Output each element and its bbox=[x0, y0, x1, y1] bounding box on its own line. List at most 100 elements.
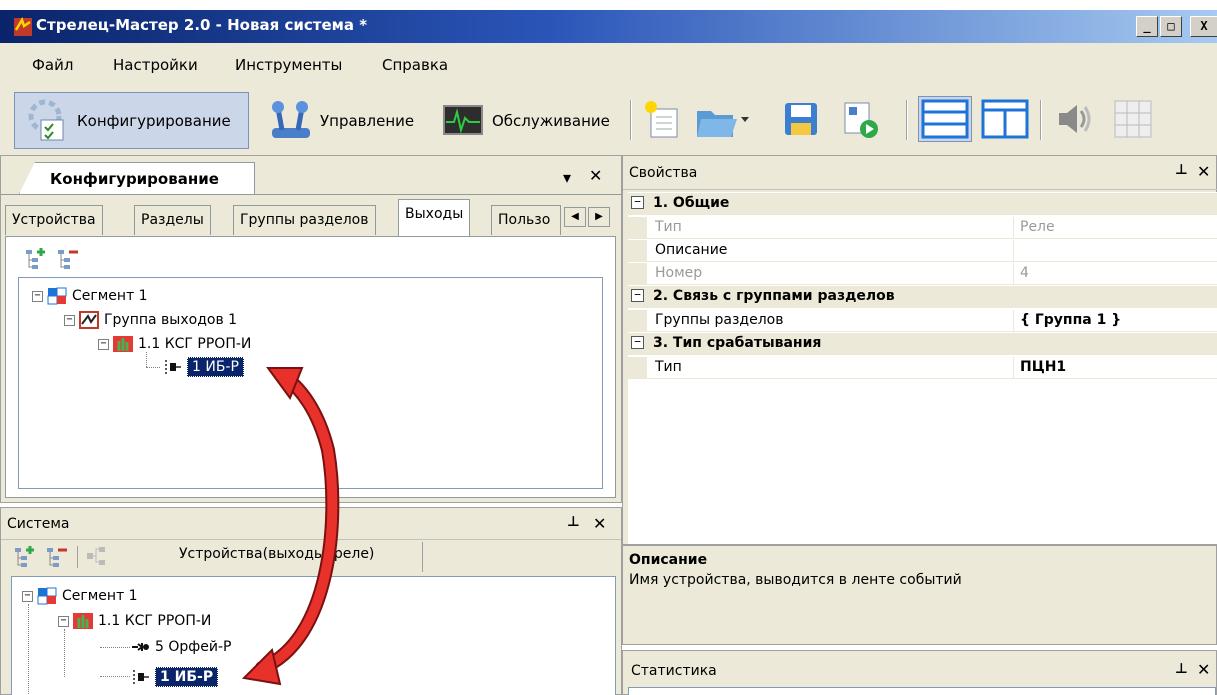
row-gutter bbox=[627, 357, 647, 379]
property-name: Тип bbox=[647, 217, 1013, 239]
collapse-icon[interactable]: − bbox=[631, 196, 644, 209]
category-label: 2. Связь с группами разделов bbox=[653, 288, 895, 304]
menu-settings[interactable]: Настройки bbox=[113, 56, 198, 74]
pin-icon[interactable]: ⊥ bbox=[567, 514, 580, 530]
siren-icon bbox=[130, 638, 150, 656]
pin-icon[interactable]: ⊥ bbox=[1175, 162, 1188, 178]
system-tree-item-segment[interactable]: − Сегмент 1 bbox=[22, 585, 138, 607]
selected-tree-item-label: 1 ИБ-Р bbox=[155, 667, 219, 687]
collapse-icon[interactable]: − bbox=[22, 590, 33, 602]
tree-item-output-group[interactable]: − Группа выходов 1 bbox=[64, 309, 237, 331]
grid-icon[interactable] bbox=[1110, 96, 1156, 142]
properties-close-icon[interactable]: ✕ bbox=[1197, 162, 1210, 181]
remove-tree-item-icon[interactable] bbox=[56, 246, 80, 270]
maximize-button[interactable]: □ bbox=[1160, 16, 1182, 37]
pin-icon[interactable]: ⊥ bbox=[1175, 661, 1188, 677]
panel-close-icon[interactable]: ✕ bbox=[589, 166, 602, 185]
control-icon bbox=[262, 96, 320, 146]
property-row[interactable]: Описание bbox=[627, 240, 1217, 262]
subtab-devices[interactable]: Устройства bbox=[5, 205, 103, 235]
selected-tree-item-label: 1 ИБ-Р bbox=[187, 357, 244, 377]
system-panel-close-icon[interactable]: ✕ bbox=[593, 514, 606, 533]
tab-scroll-left-icon[interactable]: ◀ bbox=[564, 207, 586, 227]
layout-vertical-icon[interactable] bbox=[978, 96, 1032, 142]
outputs-tab-content bbox=[5, 236, 616, 498]
mode-control-label: Управление bbox=[320, 111, 415, 130]
relay-icon bbox=[130, 668, 150, 686]
add-tree-item-icon[interactable] bbox=[13, 544, 37, 568]
property-value[interactable]: ПЦН1 bbox=[1013, 357, 1217, 379]
device-filter[interactable]: Устройства(выходы, реле) bbox=[169, 542, 423, 572]
property-category[interactable]: − 2. Связь с группами разделов bbox=[627, 286, 1217, 308]
close-button[interactable]: X bbox=[1190, 16, 1217, 37]
menu-help[interactable]: Справка bbox=[382, 56, 448, 74]
tree-item-label: Сегмент 1 bbox=[72, 288, 148, 304]
link-icon[interactable] bbox=[85, 544, 109, 568]
menu-tools[interactable]: Инструменты bbox=[235, 56, 342, 74]
toolbar: Конфигурирование Управление Обслуживание bbox=[0, 86, 1217, 155]
property-row[interactable]: Номер 4 bbox=[627, 263, 1217, 285]
category-label: 1. Общие bbox=[653, 195, 730, 211]
window-title: Стрелец-Мастер 2.0 - Новая система * bbox=[36, 16, 368, 34]
toolbar-separator bbox=[906, 100, 908, 140]
property-category[interactable]: − 1. Общие bbox=[627, 193, 1217, 215]
collapse-icon[interactable]: − bbox=[64, 314, 75, 326]
menu-file[interactable]: Файл bbox=[32, 56, 73, 74]
system-tree-item-device[interactable]: − 1.1 КСГ РРОП-И bbox=[58, 610, 211, 632]
subtab-sections[interactable]: Разделы bbox=[134, 205, 211, 235]
mode-service-button[interactable]: Обслуживание bbox=[430, 92, 626, 149]
remove-tree-item-icon[interactable] bbox=[45, 544, 69, 568]
collapse-icon[interactable]: − bbox=[98, 338, 109, 350]
speaker-icon[interactable] bbox=[1050, 96, 1096, 142]
toolbar-separator bbox=[77, 546, 78, 568]
mode-config-button[interactable]: Конфигурирование bbox=[14, 92, 249, 149]
description-title: Описание bbox=[629, 552, 708, 568]
layout-horizontal-icon[interactable] bbox=[918, 96, 972, 142]
segment-icon bbox=[37, 587, 57, 605]
collapse-icon[interactable]: − bbox=[32, 290, 43, 302]
device-icon bbox=[73, 612, 93, 630]
system-tree-item-siren[interactable]: 5 Орфей-Р bbox=[130, 636, 231, 658]
open-folder-icon[interactable] bbox=[692, 96, 752, 142]
menu-bar: Файл Настройки Инструменты Справка bbox=[0, 43, 1217, 86]
relay-icon bbox=[162, 358, 182, 376]
panel-divider bbox=[1, 539, 621, 540]
system-tree-item-relay[interactable]: 1 ИБ-Р bbox=[130, 666, 219, 688]
add-tree-item-icon[interactable] bbox=[24, 246, 48, 270]
collapse-icon[interactable]: − bbox=[58, 615, 69, 627]
tree-line bbox=[146, 367, 160, 368]
segment-icon bbox=[47, 287, 67, 305]
mode-control-button[interactable]: Управление bbox=[258, 92, 426, 149]
subtab-outputs[interactable]: Выходы bbox=[398, 199, 471, 237]
tab-configuration[interactable]: Конфигурирование bbox=[19, 162, 255, 194]
property-value[interactable] bbox=[1013, 240, 1217, 262]
new-document-icon[interactable] bbox=[640, 96, 686, 142]
property-value[interactable]: { Группа 1 } bbox=[1013, 310, 1217, 332]
tab-scroll-right-icon[interactable]: ▶ bbox=[588, 207, 610, 227]
config-icon bbox=[19, 96, 77, 146]
toolbar-separator bbox=[1040, 100, 1042, 140]
statistics-close-icon[interactable]: ✕ bbox=[1197, 660, 1210, 679]
tree-item-segment[interactable]: − Сегмент 1 bbox=[32, 285, 148, 307]
category-label: 3. Тип срабатывания bbox=[653, 335, 822, 351]
property-row[interactable]: Тип Реле bbox=[627, 217, 1217, 239]
statistics-title: Статистика bbox=[631, 663, 717, 679]
collapse-icon[interactable]: − bbox=[631, 289, 644, 302]
property-row[interactable]: Группы разделов { Группа 1 } bbox=[627, 310, 1217, 332]
run-icon[interactable] bbox=[836, 96, 882, 142]
subtab-section-groups[interactable]: Группы разделов bbox=[233, 205, 376, 235]
save-icon[interactable] bbox=[778, 96, 824, 142]
subtab-users[interactable]: Пользо bbox=[491, 205, 561, 235]
row-gutter bbox=[627, 263, 647, 285]
property-name: Описание bbox=[647, 240, 1013, 262]
minimize-button[interactable]: _ bbox=[1136, 16, 1158, 37]
property-category[interactable]: − 3. Тип срабатывания bbox=[627, 333, 1217, 355]
tree-item-device[interactable]: − 1.1 КСГ РРОП-И bbox=[98, 333, 251, 355]
system-panel-title: Система bbox=[7, 516, 70, 532]
panel-divider bbox=[623, 189, 1217, 190]
collapse-icon[interactable]: − bbox=[631, 336, 644, 349]
panel-dropdown-icon[interactable]: ▾ bbox=[563, 168, 571, 187]
tree-item-relay[interactable]: 1 ИБ-Р bbox=[162, 356, 244, 378]
property-row[interactable]: Тип ПЦН1 bbox=[627, 357, 1217, 379]
property-name: Номер bbox=[647, 263, 1013, 285]
